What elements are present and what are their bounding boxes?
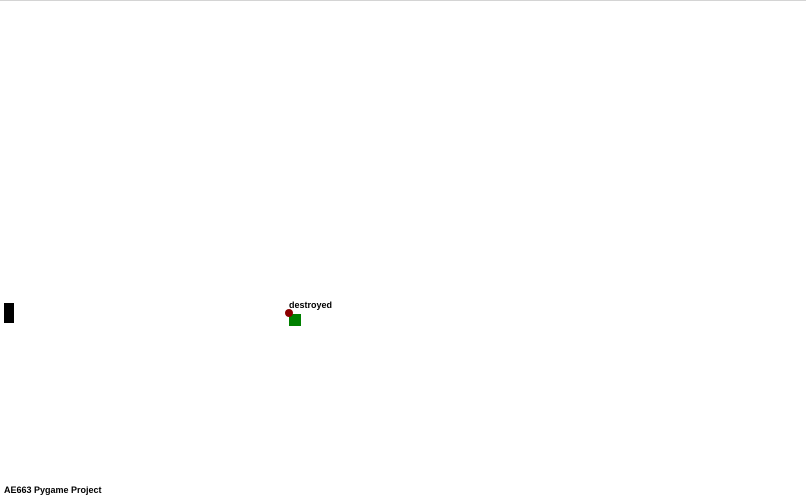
projectile-ball-icon <box>285 309 293 317</box>
status-label: destroyed <box>289 300 333 310</box>
player-paddle-icon <box>4 303 14 323</box>
footer-caption: AE663 Pygame Project <box>4 485 102 495</box>
game-canvas[interactable]: destroyed AE663 Pygame Project <box>0 0 806 497</box>
